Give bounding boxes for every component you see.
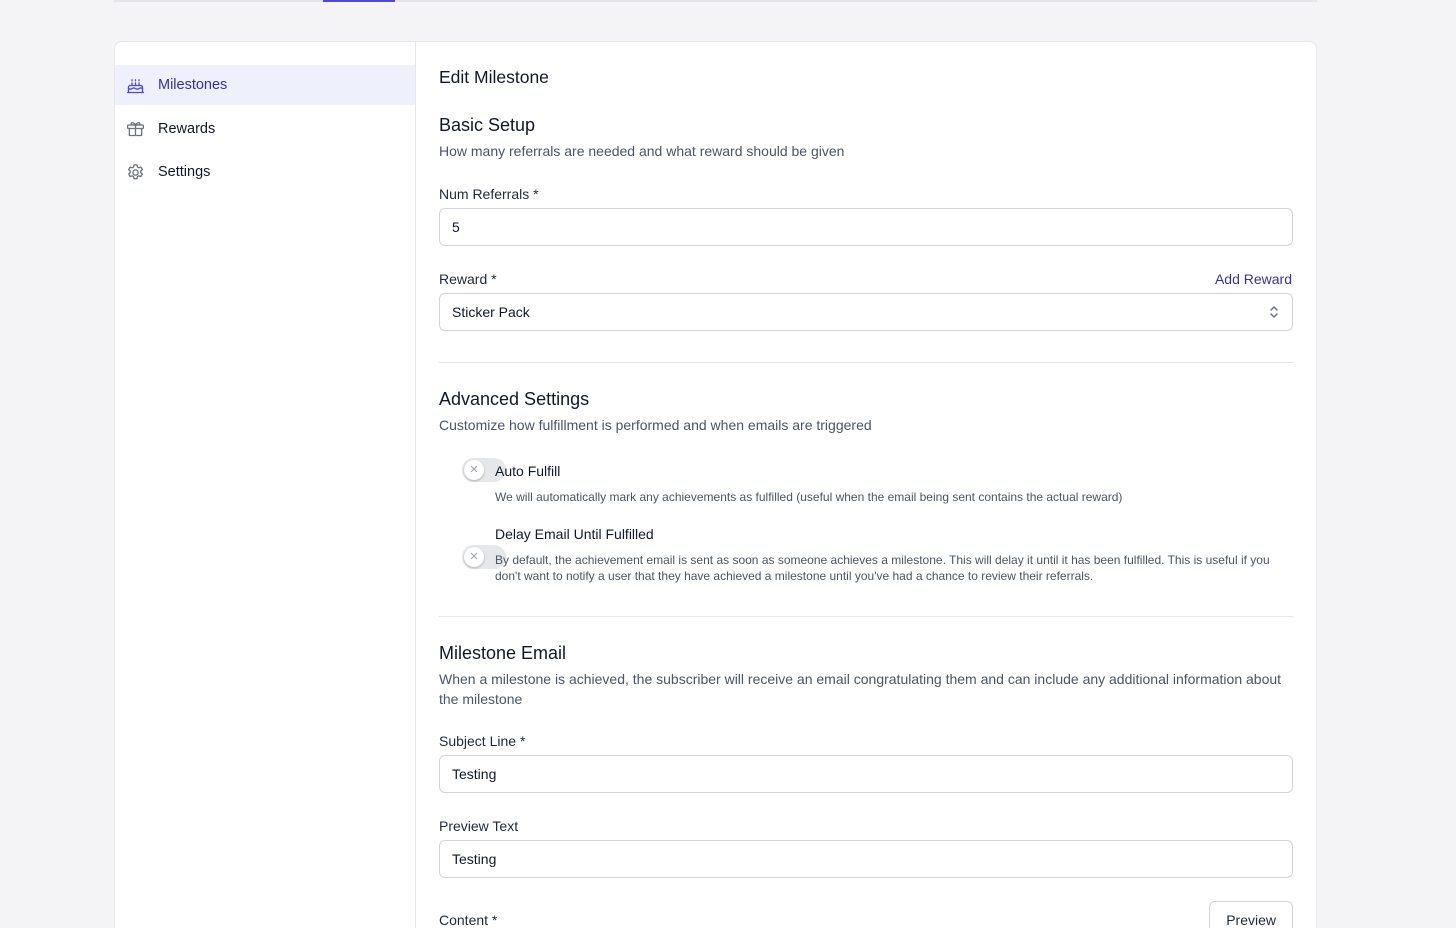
- gift-icon: [125, 118, 146, 139]
- top-tab-bar-rule: [114, 0, 1317, 2]
- content-label: Content *: [439, 912, 498, 928]
- advanced-settings-title: Advanced Settings: [439, 389, 590, 409]
- milestone-email-title: Milestone Email: [439, 643, 567, 663]
- close-icon: ✕: [464, 460, 484, 480]
- sidebar-item-milestones[interactable]: Milestones: [115, 65, 415, 105]
- sidebar-item-label: Settings: [158, 164, 211, 180]
- basic-setup-title: Basic Setup: [439, 115, 536, 135]
- num-referrals-input[interactable]: [439, 208, 1293, 246]
- sidebar: Milestones Rewards Settings: [115, 42, 416, 928]
- preview-text-input[interactable]: [439, 840, 1293, 878]
- delay-email-description: By default, the achievement email is sen…: [495, 553, 1270, 583]
- cake-icon: [125, 75, 146, 96]
- sidebar-item-settings[interactable]: Settings: [115, 152, 415, 192]
- reward-label: Reward *: [439, 271, 497, 287]
- num-referrals-label: Num Referrals *: [439, 186, 539, 202]
- delay-email-label: Delay Email Until Fulfilled: [495, 526, 654, 542]
- sidebar-item-label: Rewards: [158, 120, 216, 137]
- section-divider: [439, 362, 1293, 363]
- close-icon: ✕: [464, 547, 484, 567]
- auto-fulfill-description: We will automatically mark any achieveme…: [495, 490, 1123, 504]
- active-tab-indicator: [323, 0, 395, 2]
- sidebar-item-rewards[interactable]: Rewards: [115, 109, 415, 149]
- subject-line-label: Subject Line *: [439, 733, 526, 749]
- auto-fulfill-label: Auto Fulfill: [495, 463, 561, 479]
- basic-setup-description: How many referrals are needed and what r…: [439, 143, 845, 159]
- add-reward-link[interactable]: Add Reward: [1215, 271, 1292, 287]
- milestone-email-description: When a milestone is achieved, the subscr…: [439, 671, 1282, 707]
- sidebar-item-label: Milestones: [158, 77, 228, 93]
- settings-card: Milestones Rewards Settings Edit Milesto…: [114, 41, 1317, 928]
- chevron-up-down-icon: [1268, 303, 1280, 321]
- reward-select-value: Sticker Pack: [452, 304, 530, 320]
- advanced-settings-description: Customize how fulfillment is performed a…: [439, 417, 872, 433]
- reward-select[interactable]: Sticker Pack: [439, 293, 1293, 331]
- milestone-form: Edit Milestone Basic Setup How many refe…: [416, 42, 1316, 928]
- preview-text-label: Preview Text: [439, 818, 519, 834]
- preview-button[interactable]: Preview: [1209, 901, 1293, 928]
- page-title: Edit Milestone: [439, 67, 549, 87]
- section-divider: [439, 616, 1293, 617]
- subject-line-input[interactable]: [439, 755, 1293, 793]
- gear-icon: [125, 162, 146, 183]
